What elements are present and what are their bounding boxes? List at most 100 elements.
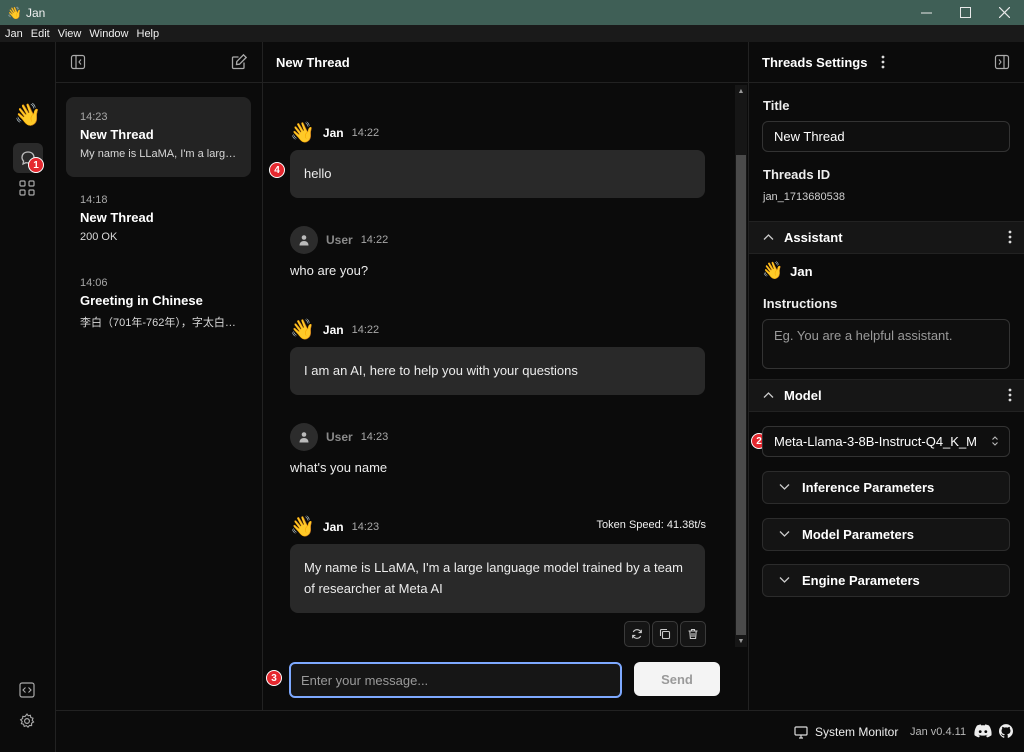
status-bar: System Monitor Jan v0.4.11 xyxy=(56,710,1024,752)
message-text: My name is LLaMA, I'm a large language m… xyxy=(304,560,683,596)
more-options-icon[interactable] xyxy=(1008,388,1012,405)
threads-id-label: Threads ID xyxy=(763,167,831,182)
message-time: 14:23 xyxy=(351,520,380,533)
thread-item[interactable]: 14:23 New Thread My name is LLaMA, I'm a… xyxy=(66,97,251,177)
message-header: 👋 Jan 14:22 xyxy=(290,317,379,342)
maximize-button[interactable] xyxy=(946,0,985,25)
model-select[interactable]: Meta-Llama-3-8B-Instruct-Q4_K_M xyxy=(762,426,1010,457)
menu-help[interactable]: Help xyxy=(134,28,163,40)
title-label: Title xyxy=(763,98,790,113)
message-header: User 14:23 xyxy=(290,423,388,451)
collapse-right-panel-icon[interactable] xyxy=(994,54,1010,73)
monitor-icon xyxy=(794,725,808,739)
more-options-icon[interactable] xyxy=(881,55,885,72)
copy-button[interactable] xyxy=(652,621,678,647)
thread-item[interactable]: 14:06 Greeting in Chinese 李白（701年-762年），… xyxy=(66,263,251,343)
apps-grid-icon[interactable] xyxy=(19,180,35,201)
message-author: Jan xyxy=(322,519,344,534)
thread-title: New Thread xyxy=(80,210,154,225)
message-header: 👋 Jan 14:22 xyxy=(290,120,379,145)
assistant-name-row: 👋 Jan xyxy=(762,261,813,281)
menu-jan[interactable]: Jan xyxy=(2,28,26,40)
jan-avatar-icon: 👋 xyxy=(290,516,315,538)
annotation-badge-4: 4 xyxy=(269,162,285,178)
instructions-textarea[interactable]: Eg. You are a helpful assistant. xyxy=(762,319,1010,369)
chat-nav-button[interactable]: 1 xyxy=(13,143,44,173)
send-button[interactable]: Send xyxy=(634,662,720,696)
thread-time: 14:06 xyxy=(80,277,108,289)
jan-avatar-icon: 👋 xyxy=(290,122,315,144)
message-input-wrapper xyxy=(289,662,622,698)
assistant-section-title: Assistant xyxy=(784,230,843,245)
discord-icon[interactable] xyxy=(974,724,992,743)
user-avatar-icon xyxy=(290,226,318,254)
message-author: Jan xyxy=(322,322,344,337)
engine-parameters-toggle[interactable]: Engine Parameters xyxy=(762,564,1010,597)
message-input[interactable] xyxy=(301,672,610,688)
chat-scrollbar[interactable]: ▲ ▼ xyxy=(735,85,747,647)
annotation-badge-3: 3 xyxy=(266,670,282,686)
user-message-text: what's you name xyxy=(290,460,388,475)
new-thread-icon[interactable] xyxy=(231,53,248,75)
minimize-button[interactable] xyxy=(907,0,946,25)
github-icon[interactable] xyxy=(999,724,1013,743)
chevron-updown-icon xyxy=(991,435,999,447)
instructions-label: Instructions xyxy=(763,296,838,311)
menu-window[interactable]: Window xyxy=(86,28,131,40)
thread-preview: 李白（701年-762年），字太白，号青莲居士 xyxy=(80,317,237,329)
thread-list-panel: 14:23 New Thread My name is LLaMA, I'm a… xyxy=(56,42,263,710)
token-speed: Token Speed: 41.38t/s xyxy=(596,519,706,531)
chevron-down-icon xyxy=(779,482,790,494)
collapse-sidebar-icon[interactable] xyxy=(70,54,86,75)
model-section-title: Model xyxy=(784,388,822,403)
message-actions xyxy=(624,621,706,647)
inference-parameters-toggle[interactable]: Inference Parameters xyxy=(762,471,1010,504)
window-title: Jan xyxy=(25,5,46,20)
assistant-section-toggle[interactable]: Assistant xyxy=(749,221,1024,254)
thread-time: 14:18 xyxy=(80,194,108,206)
assistant-message-bubble: hello xyxy=(290,150,705,198)
left-rail: 👋 1 xyxy=(0,42,56,752)
title-input[interactable]: New Thread xyxy=(762,121,1010,152)
menu-view[interactable]: View xyxy=(55,28,85,40)
regenerate-button[interactable] xyxy=(624,621,650,647)
scroll-down-icon[interactable]: ▼ xyxy=(735,635,747,647)
menu-edit[interactable]: Edit xyxy=(28,28,53,40)
thread-preview: My name is LLaMA, I'm a large language m… xyxy=(80,148,237,160)
jan-avatar-icon: 👋 xyxy=(290,319,315,341)
app-logo-icon: 👋 xyxy=(7,5,22,20)
message-author: Jan xyxy=(322,125,344,140)
message-author: User xyxy=(326,233,353,247)
chat-area: New Thread 👋 Jan 14:22 hello 4 User 14:2… xyxy=(263,42,748,710)
jan-avatar-icon: 👋 xyxy=(762,261,784,280)
thread-time: 14:23 xyxy=(80,111,108,123)
chevron-up-icon xyxy=(763,390,774,402)
assistant-message-bubble: I am an AI, here to help you with your q… xyxy=(290,347,705,395)
message-time: 14:22 xyxy=(351,323,380,336)
scroll-thumb[interactable] xyxy=(736,155,746,635)
message-header: 👋 Jan 14:23 xyxy=(290,514,379,539)
model-section-toggle[interactable]: Model xyxy=(749,379,1024,412)
user-avatar-icon xyxy=(290,423,318,451)
model-parameters-toggle[interactable]: Model Parameters xyxy=(762,518,1010,551)
delete-button[interactable] xyxy=(680,621,706,647)
more-options-icon[interactable] xyxy=(1008,230,1012,247)
system-monitor-button[interactable]: System Monitor xyxy=(794,725,898,739)
annotation-badge-1: 1 xyxy=(28,157,44,173)
settings-title: Threads Settings xyxy=(762,54,868,70)
settings-header: Threads Settings xyxy=(749,42,1024,83)
message-time: 14:22 xyxy=(351,126,380,139)
chevron-down-icon xyxy=(779,575,790,587)
message-time: 14:23 xyxy=(360,431,389,443)
app-version: Jan v0.4.11 xyxy=(910,726,967,738)
threads-id-value: jan_1713680538 xyxy=(763,191,845,203)
thread-item[interactable]: 14:18 New Thread 200 OK xyxy=(66,180,251,260)
scroll-up-icon[interactable]: ▲ xyxy=(735,85,747,97)
assistant-message-bubble: My name is LLaMA, I'm a large language m… xyxy=(290,544,705,613)
copy-icon xyxy=(659,628,671,640)
accordion-title: Inference Parameters xyxy=(802,480,935,495)
chevron-down-icon xyxy=(779,529,790,541)
gear-icon[interactable] xyxy=(19,713,35,734)
close-button[interactable] xyxy=(985,0,1024,25)
code-icon[interactable] xyxy=(19,682,35,703)
